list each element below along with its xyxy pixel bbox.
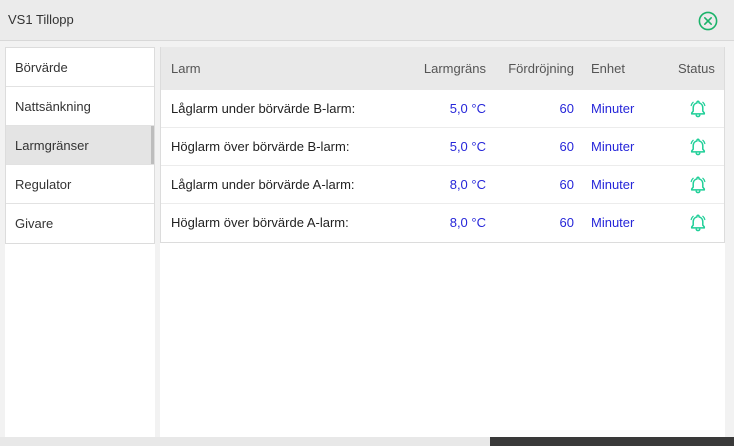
- alarm-name: Höglarm över börvärde B-larm:: [171, 139, 350, 154]
- header-unit: Enhet: [591, 61, 625, 76]
- bell-icon[interactable]: [690, 100, 706, 118]
- alarm-name: Låglarm under börvärde B-larm:: [171, 101, 356, 116]
- alarm-unit-value[interactable]: Minuter: [591, 177, 634, 192]
- alarm-unit-value[interactable]: Minuter: [591, 101, 634, 116]
- alarm-limit-value[interactable]: 8,0 °C: [450, 177, 486, 192]
- sidebar-item-borvarde[interactable]: Börvärde: [6, 48, 154, 87]
- header-limit: Larmgräns: [423, 61, 486, 76]
- alarm-unit-value[interactable]: Minuter: [591, 139, 634, 154]
- table-row: Höglarm över börvärde A-larm: 8,0 °C 60 …: [161, 204, 724, 242]
- sidebar-item-label: Larmgränser: [15, 138, 89, 153]
- sidebar: Börvärde Nattsänkning Larmgränser Regula…: [5, 47, 155, 437]
- dialog-window: VS1 Tillopp Börvärde Nattsänkning Larmgr…: [0, 0, 734, 437]
- alarm-unit-value[interactable]: Minuter: [591, 215, 634, 230]
- alarm-delay-value[interactable]: 60: [560, 215, 574, 230]
- sidebar-item-label: Börvärde: [15, 60, 68, 75]
- bell-icon[interactable]: [690, 138, 706, 156]
- close-button[interactable]: [698, 11, 718, 31]
- bell-icon[interactable]: [690, 176, 706, 194]
- bottom-strip: [0, 437, 490, 446]
- table-row: Höglarm över börvärde B-larm: 5,0 °C 60 …: [161, 128, 724, 166]
- alarm-limit-value[interactable]: 8,0 °C: [450, 215, 486, 230]
- sidebar-item-regulator[interactable]: Regulator: [6, 165, 154, 204]
- alarm-delay-value[interactable]: 60: [560, 139, 574, 154]
- title-bar: VS1 Tillopp: [0, 0, 734, 41]
- table-header: Larm Larmgräns Fördröjning Enhet Status: [161, 47, 724, 90]
- sidebar-list: Börvärde Nattsänkning Larmgränser Regula…: [5, 47, 155, 244]
- sidebar-item-label: Givare: [15, 216, 54, 231]
- table-row: Låglarm under börvärde A-larm: 8,0 °C 60…: [161, 166, 724, 204]
- sidebar-item-larmgranser[interactable]: Larmgränser: [6, 126, 154, 165]
- sidebar-item-label: Nattsänkning: [15, 99, 91, 114]
- bell-icon[interactable]: [690, 214, 706, 232]
- header-alarm: Larm: [171, 61, 201, 76]
- alarm-delay-value[interactable]: 60: [560, 177, 574, 192]
- sidebar-item-nattsankning[interactable]: Nattsänkning: [6, 87, 154, 126]
- window-title: VS1 Tillopp: [8, 12, 74, 27]
- alarm-limit-value[interactable]: 5,0 °C: [450, 101, 486, 116]
- table-row: Låglarm under börvärde B-larm: 5,0 °C 60…: [161, 90, 724, 128]
- alarm-limit-value[interactable]: 5,0 °C: [450, 139, 486, 154]
- alarm-delay-value[interactable]: 60: [560, 101, 574, 116]
- alarm-name: Låglarm under börvärde A-larm:: [171, 177, 355, 192]
- sidebar-item-label: Regulator: [15, 177, 72, 192]
- alarm-table: Larm Larmgräns Fördröjning Enhet Status …: [160, 47, 725, 243]
- alarm-name: Höglarm över börvärde A-larm:: [171, 215, 349, 230]
- header-status: Status: [678, 61, 715, 76]
- sidebar-item-givare[interactable]: Givare: [6, 204, 154, 243]
- close-icon: [698, 11, 718, 31]
- main-panel: Larm Larmgräns Fördröjning Enhet Status …: [160, 47, 725, 437]
- header-delay: Fördröjning: [508, 61, 574, 76]
